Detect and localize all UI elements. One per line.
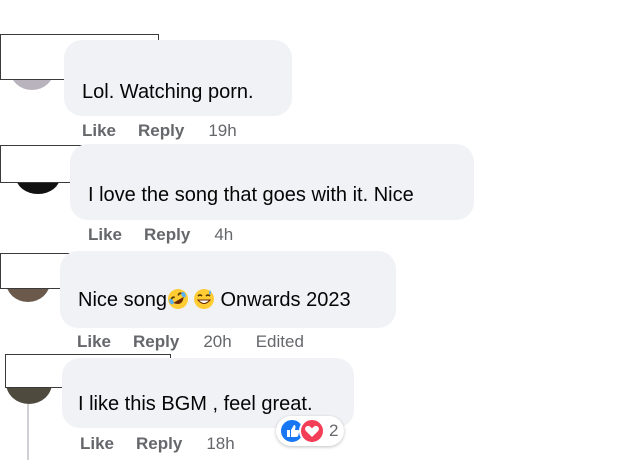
comment-actions: Like Reply 20h Edited bbox=[77, 332, 304, 352]
like-button[interactable]: Like bbox=[82, 121, 116, 141]
like-button[interactable]: Like bbox=[80, 434, 114, 454]
reaction-count: 2 bbox=[329, 421, 339, 440]
edited-label[interactable]: Edited bbox=[256, 332, 304, 352]
reply-button[interactable]: Reply bbox=[133, 332, 179, 352]
comment-actions: Like Reply 4h bbox=[88, 225, 233, 245]
comment-bubble: Lol. Watching porn. bbox=[64, 40, 292, 116]
comment-bubble: I love the song that goes with it. Nice bbox=[70, 144, 474, 220]
reply-button[interactable]: Reply bbox=[144, 225, 190, 245]
reactions-summary[interactable]: 2 bbox=[276, 416, 345, 446]
reply-button[interactable]: Reply bbox=[136, 434, 182, 454]
comment-text-end: Onwards 2023 bbox=[214, 289, 351, 311]
like-button[interactable]: Like bbox=[77, 332, 111, 352]
comment-bubble: Nice song Onwards 2023 bbox=[60, 251, 396, 328]
comment-text: I love the song that goes with it. Nice bbox=[88, 184, 414, 206]
timestamp[interactable]: 20h bbox=[203, 332, 231, 352]
comment-text: I like this BGM , feel great. bbox=[78, 393, 313, 415]
love-icon bbox=[299, 418, 325, 444]
grinning-sweat-emoji-icon bbox=[193, 288, 215, 310]
reply-button[interactable]: Reply bbox=[138, 121, 184, 141]
thread-line bbox=[27, 404, 29, 460]
comment-text-start: Nice song bbox=[78, 289, 167, 311]
like-button[interactable]: Like bbox=[88, 225, 122, 245]
timestamp[interactable]: 19h bbox=[208, 121, 236, 141]
comment-actions: Like Reply 18h bbox=[80, 434, 235, 454]
comment-actions: Like Reply 19h bbox=[82, 121, 237, 141]
timestamp[interactable]: 18h bbox=[206, 434, 234, 454]
rolling-laughing-emoji-icon bbox=[167, 288, 189, 310]
comment-text: Lol. Watching porn. bbox=[82, 81, 254, 103]
timestamp[interactable]: 4h bbox=[214, 225, 233, 245]
comment-text: Nice song Onwards 2023 bbox=[78, 288, 351, 312]
